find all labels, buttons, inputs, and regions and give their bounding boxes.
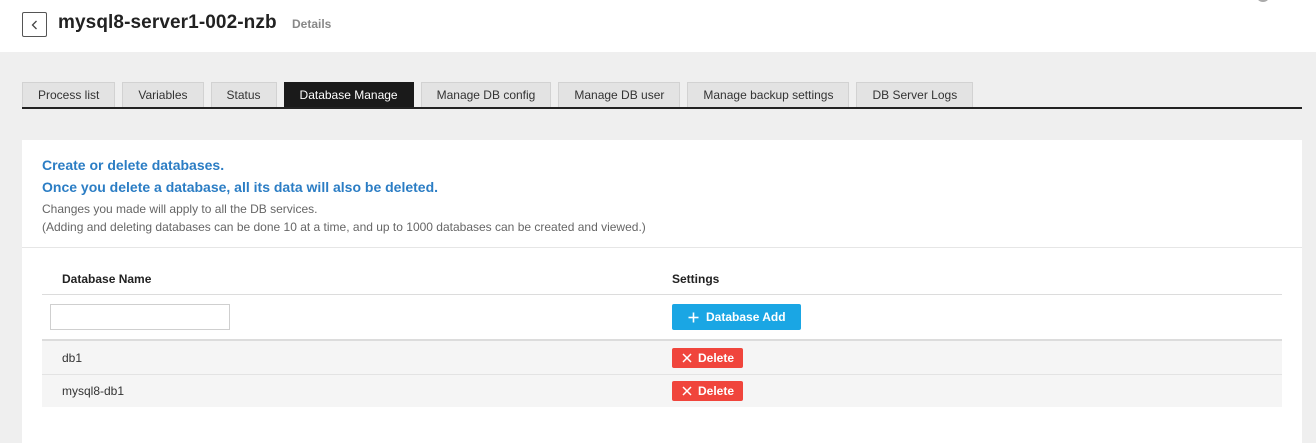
info-limit-note: (Adding and deleting databases can be do… [42, 220, 646, 234]
tab-process-list[interactable]: Process list [22, 82, 116, 107]
divider [22, 247, 1302, 248]
database-add-label: Database Add [706, 310, 786, 324]
page-header: mysql8-server1-002-nzb Details [0, 0, 1316, 52]
add-database-row: Database Add [42, 295, 1282, 341]
back-button[interactable] [22, 12, 47, 37]
settings-cell: Delete [672, 347, 1282, 368]
close-icon [682, 352, 692, 363]
tab-manage-backup-settings[interactable]: Manage backup settings [687, 82, 850, 107]
info-heading: Create or delete databases. [42, 157, 225, 173]
tab-status[interactable]: Status [210, 82, 277, 107]
database-table: Database Name Settings Database Add db1 [42, 263, 1282, 407]
database-add-button[interactable]: Database Add [672, 304, 801, 330]
column-header-settings: Settings [672, 271, 720, 286]
tab-manage-db-config[interactable]: Manage DB config [420, 82, 552, 107]
partial-icon [1256, 0, 1270, 2]
table-header: Database Name Settings [42, 263, 1282, 295]
table-row: mysql8-db1 Delete [42, 374, 1282, 407]
close-icon [682, 386, 692, 396]
delete-button[interactable]: Delete [672, 381, 744, 401]
page-title: mysql8-server1-002-nzb [58, 12, 277, 33]
add-button-cell: Database Add [672, 304, 1282, 330]
info-section: Create or delete databases. Once you del… [42, 154, 646, 236]
delete-label: Delete [698, 384, 735, 398]
info-note: Changes you made will apply to all the D… [42, 202, 318, 216]
page-subtitle: Details [292, 17, 332, 31]
settings-cell: Delete [672, 381, 1282, 401]
plus-icon [688, 312, 699, 322]
tab-bar: Process list Variables Status Database M… [22, 82, 1302, 109]
column-header-database-name: Database Name [62, 271, 152, 286]
database-name-input[interactable] [50, 304, 230, 330]
name-input-cell [42, 304, 672, 330]
tab-manage-db-user[interactable]: Manage DB user [558, 82, 681, 107]
database-name-cell: mysql8-db1 [62, 384, 125, 398]
table-row: db1 Delete [42, 341, 1282, 374]
database-name-cell: db1 [62, 350, 83, 365]
tab-variables[interactable]: Variables [122, 82, 204, 107]
delete-label: Delete [698, 350, 735, 365]
info-warning: Once you delete a database, all its data… [42, 179, 439, 195]
tab-database-manage[interactable]: Database Manage [283, 82, 414, 107]
database-manage-panel: Create or delete databases. Once you del… [22, 140, 1302, 443]
delete-button[interactable]: Delete [672, 347, 744, 368]
tab-db-server-logs[interactable]: DB Server Logs [856, 82, 974, 107]
chevron-left-icon [31, 20, 37, 29]
